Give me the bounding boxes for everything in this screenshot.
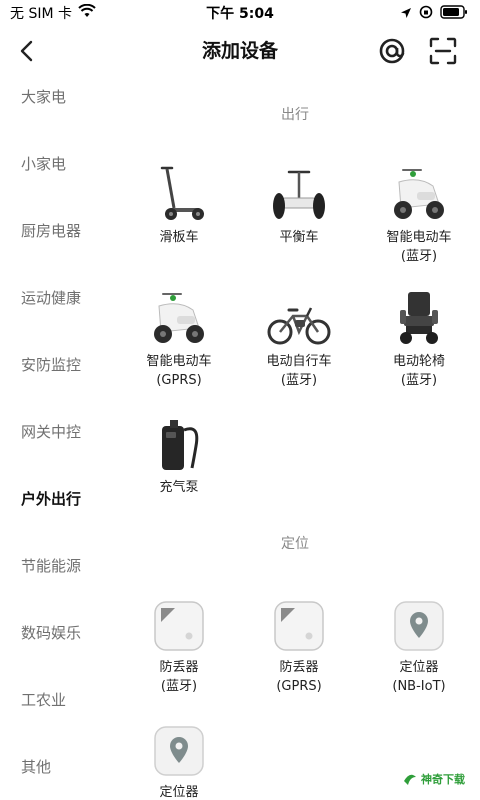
device-card-locator[interactable]: 定位器 (119, 717, 239, 800)
watermark: 神奇下载 (402, 771, 465, 787)
e-scooter-bluetooth-icon (387, 162, 451, 222)
sidebar-item-sports-health[interactable]: 运动健康 (21, 287, 81, 308)
device-card-e-scooter-gprs[interactable]: 智能电动车 (GPRS) (119, 286, 239, 390)
sidebar-item-kitchen[interactable]: 厨房电器 (21, 220, 81, 241)
device-card-tracker-bluetooth[interactable]: 防丢器 (蓝牙) (119, 592, 239, 696)
back-button[interactable] (12, 36, 42, 66)
chevron-left-icon (20, 40, 33, 62)
sidebar-item-security[interactable]: 安防监控 (21, 354, 81, 375)
e-bike-icon (267, 286, 331, 346)
device-label: 电动轮椅 (蓝牙) (392, 354, 445, 388)
sidebar-item-other[interactable]: 其他 (21, 756, 51, 777)
page-title: 添加设备 (201, 40, 278, 62)
sidebar-item-outdoor-travel[interactable]: 户外出行 (21, 488, 81, 509)
device-grid: 出行 滑板车 平衡车 智能电动车 (蓝牙) 智能电动车 (GPRS) 电动自行车 (蓝… (110, 76, 480, 800)
tracker-tag-icon (147, 592, 211, 652)
device-label: 滑板车 (159, 230, 199, 245)
device-label: 防丢器 (GPRS) (276, 660, 322, 694)
device-card-e-bike[interactable]: 电动自行车 (蓝牙) (239, 286, 359, 390)
device-label: 防丢器 (蓝牙) (159, 660, 199, 694)
device-card-air-pump[interactable]: 充气泵 (119, 412, 239, 497)
at-sign-icon (379, 38, 405, 64)
scan-button[interactable] (428, 36, 458, 66)
tracker-tag-icon (267, 592, 331, 652)
device-label: 充气泵 (159, 480, 199, 495)
watermark-text: 神奇下载 (421, 773, 465, 786)
device-label: 电动自行车 (蓝牙) (266, 354, 332, 388)
device-card-balance-scooter[interactable]: 平衡车 (239, 162, 359, 247)
wheelchair-icon (387, 286, 451, 346)
sidebar-item-small-appliances[interactable]: 小家电 (21, 153, 66, 174)
scan-icon (429, 37, 457, 65)
device-card-tracker-gprs[interactable]: 防丢器 (GPRS) (239, 592, 359, 696)
balance-scooter-icon (267, 162, 331, 222)
device-label: 平衡车 (279, 230, 319, 245)
sidebar-item-gateway[interactable]: 网关中控 (21, 421, 81, 442)
device-card-wheelchair[interactable]: 电动轮椅 (蓝牙) (359, 286, 479, 390)
battery-icon (440, 4, 468, 23)
category-sidebar: 大家电 小家电 厨房电器 运动健康 安防监控 网关中控 户外出行 节能能源 数码… (0, 76, 110, 800)
status-right (400, 4, 468, 23)
device-card-e-scooter-bluetooth[interactable]: 智能电动车 (蓝牙) (359, 162, 479, 266)
sidebar-item-industry-agriculture[interactable]: 工农业 (21, 689, 66, 710)
section-title-travel: 出行 (281, 107, 309, 123)
device-label: 定位器 (159, 785, 199, 800)
nav-bar: 添加设备 (0, 26, 480, 76)
scooter-icon (147, 162, 211, 222)
device-label: 智能电动车 (蓝牙) (386, 230, 452, 264)
share-code-button[interactable] (377, 36, 407, 66)
sidebar-item-energy[interactable]: 节能能源 (21, 555, 81, 576)
location-arrow-icon (400, 4, 412, 23)
device-card-locator-nbiot[interactable]: 定位器 (NB-IoT) (359, 592, 479, 696)
air-pump-icon (147, 412, 211, 472)
device-card-scooter[interactable]: 滑板车 (119, 162, 239, 247)
locator-pin-icon (147, 717, 211, 777)
device-label: 智能电动车 (GPRS) (146, 354, 212, 388)
status-bar: 无 SIM 卡 下午 5:04 (0, 0, 480, 24)
watermark-logo-icon (404, 774, 416, 785)
sidebar-item-large-appliances[interactable]: 大家电 (21, 86, 66, 107)
sidebar-item-digital-entertainment[interactable]: 数码娱乐 (21, 622, 81, 643)
section-title-location: 定位 (281, 536, 309, 552)
locator-pin-icon (387, 592, 451, 652)
device-label: 定位器 (NB-IoT) (392, 660, 446, 694)
orientation-lock-icon (419, 4, 433, 23)
e-scooter-gprs-icon (147, 286, 211, 346)
